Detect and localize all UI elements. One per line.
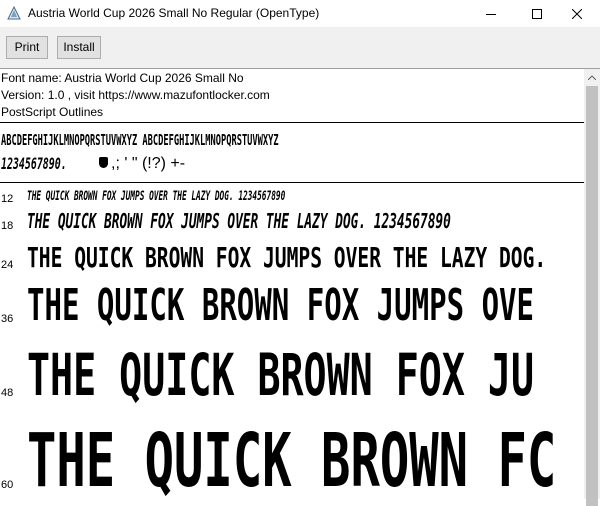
minimize-button[interactable]	[468, 0, 514, 27]
charset-digits: 1234567890.	[1, 154, 67, 173]
outline-type-label: PostScript Outlines	[1, 105, 104, 119]
charset-punctuation: ,; ' " (!?) +-	[111, 155, 186, 172]
install-button[interactable]: Install	[57, 36, 101, 59]
size-label: 48	[1, 387, 14, 399]
size-label: 24	[1, 259, 14, 271]
sample-text-48: THE QUICK BROWN FOX JU	[27, 341, 535, 409]
divider	[0, 182, 584, 183]
print-button[interactable]: Print	[6, 36, 48, 59]
divider	[0, 122, 584, 123]
charset-symbols: 1234567890. ,; ' " (!?) +-	[1, 154, 185, 174]
chevron-up-icon	[588, 74, 596, 80]
minimize-icon	[486, 13, 496, 15]
sample-text-24: THE QUICK BROWN FOX JUMPS OVER THE LAZY …	[27, 241, 547, 274]
font-file-icon	[7, 5, 21, 20]
shield-glyph-icon	[99, 157, 108, 168]
sample-text-18: THE QUICK BROWN FOX JUMPS OVER THE LAZY …	[27, 209, 451, 233]
sample-text-60: THE QUICK BROWN FC	[27, 418, 557, 499]
sample-text-36: THE QUICK BROWN FOX JUMPS OVE	[27, 280, 535, 331]
close-button[interactable]	[554, 0, 600, 27]
window-title: Austria World Cup 2026 Small No Regular …	[28, 6, 320, 20]
charset-uppercase: ABCDEFGHIJKLMNOPQRSTUVWXYZ ABCDEFGHIJKLM…	[1, 131, 279, 149]
maximize-icon	[532, 8, 542, 19]
scroll-up-button[interactable]	[584, 69, 600, 85]
sample-text-12: THE QUICK BROWN FOX JUMPS OVER THE LAZY …	[27, 189, 286, 204]
size-label: 12	[1, 193, 14, 205]
size-label: 60	[1, 479, 14, 491]
font-preview-area: Font name: Austria World Cup 2026 Small …	[0, 69, 584, 499]
scrollbar-thumb[interactable]	[586, 86, 598, 506]
close-icon	[572, 8, 582, 19]
size-label: 18	[1, 220, 14, 232]
toolbar: Print Install	[0, 27, 600, 69]
size-label: 36	[1, 313, 14, 325]
title-bar: Austria World Cup 2026 Small No Regular …	[0, 0, 600, 27]
font-name-label: Font name: Austria World Cup 2026 Small …	[1, 71, 244, 85]
version-label: Version: 1.0 , visit https://www.mazufon…	[1, 88, 270, 102]
vertical-scrollbar[interactable]	[584, 69, 600, 506]
